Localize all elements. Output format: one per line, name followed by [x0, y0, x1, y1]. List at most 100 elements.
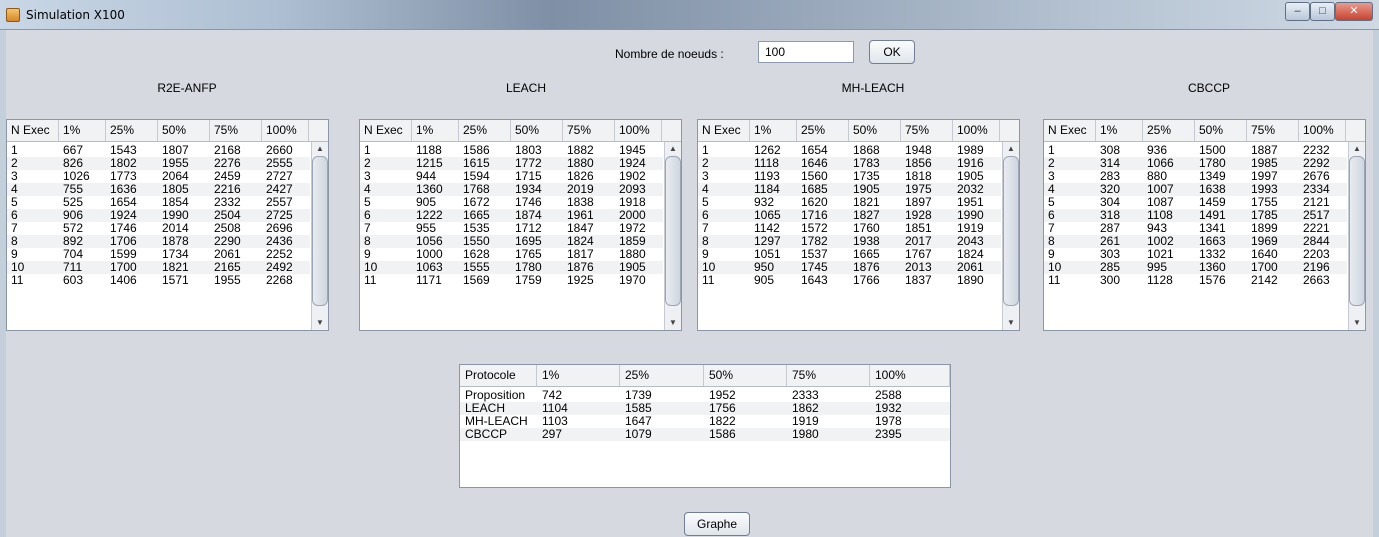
table-row[interactable]: 3 1026 1773 2064 2459 2727	[7, 170, 310, 183]
vertical-scrollbar[interactable]: ▲ ▼	[1002, 142, 1019, 330]
table-row[interactable]: 5 304 1087 1459 1755 2121	[1044, 196, 1347, 209]
column-header[interactable]: 50%	[1195, 120, 1247, 141]
summary-column-header[interactable]: 25%	[620, 365, 704, 386]
table-row[interactable]: 1 1262 1654 1868 1948 1989	[698, 144, 1001, 157]
column-header[interactable]: 1%	[1096, 120, 1143, 141]
table-row[interactable]: 10 1063 1555 1780 1876 1905	[360, 261, 663, 274]
table-row[interactable]: 8 261 1002 1663 1969 2844	[1044, 235, 1347, 248]
scroll-up-arrow-icon[interactable]: ▲	[1349, 142, 1365, 156]
table-row[interactable]: 2 826 1802 1955 2276 2555	[7, 157, 310, 170]
table-row[interactable]: 8 1056 1550 1695 1824 1859	[360, 235, 663, 248]
table-row[interactable]: 5 525 1654 1854 2332 2557	[7, 196, 310, 209]
column-header[interactable]: 1%	[59, 120, 106, 141]
results-table-mh-leach[interactable]: N Exec 1% 25% 50% 75% 100% 1 1262 1654 1868 1948 19…	[697, 119, 1020, 331]
table-row[interactable]: 4 320 1007 1638 1993 2334	[1044, 183, 1347, 196]
summary-column-header[interactable]: 100%	[870, 365, 950, 386]
title-bar[interactable]: Simulation X100 – □ ✕	[0, 0, 1379, 30]
column-header[interactable]: 50%	[511, 120, 563, 141]
column-header[interactable]: N Exec	[7, 120, 59, 141]
ok-button[interactable]: OK	[869, 40, 915, 64]
table-row[interactable]: 4 1184 1685 1905 1975 2032	[698, 183, 1001, 196]
column-header[interactable]: 75%	[210, 120, 262, 141]
column-header[interactable]: 25%	[106, 120, 158, 141]
column-header[interactable]: 25%	[797, 120, 849, 141]
column-header[interactable]: 75%	[901, 120, 953, 141]
column-header[interactable]: N Exec	[1044, 120, 1096, 141]
table-row[interactable]: 11 300 1128 1576 2142 2663	[1044, 274, 1347, 287]
summary-column-header[interactable]: 50%	[704, 365, 787, 386]
vertical-scrollbar[interactable]: ▲ ▼	[664, 142, 681, 330]
table-row[interactable]: 9 1000 1628 1765 1817 1880	[360, 248, 663, 261]
table-row[interactable]: 11 1171 1569 1759 1925 1970	[360, 274, 663, 287]
summary-column-header[interactable]: 1%	[537, 365, 620, 386]
column-header[interactable]: 100%	[262, 120, 309, 141]
column-header[interactable]: N Exec	[360, 120, 412, 141]
vertical-scrollbar[interactable]: ▲ ▼	[311, 142, 328, 330]
table-row[interactable]: 9 704 1599 1734 2061 2252	[7, 248, 310, 261]
scroll-down-arrow-icon[interactable]: ▼	[312, 316, 328, 330]
maximize-button[interactable]: □	[1310, 2, 1335, 21]
table-row[interactable]: 1 1188 1586 1803 1882 1945	[360, 144, 663, 157]
scroll-up-arrow-icon[interactable]: ▲	[312, 142, 328, 156]
table-row[interactable]: 7 572 1746 2014 2508 2696	[7, 222, 310, 235]
table-row[interactable]: 2 1118 1646 1783 1856 1916	[698, 157, 1001, 170]
column-header[interactable]: 1%	[750, 120, 797, 141]
table-row[interactable]: 6 1222 1665 1874 1961 2000	[360, 209, 663, 222]
table-row[interactable]: 7 287 943 1341 1899 2221	[1044, 222, 1347, 235]
summary-column-header[interactable]: 75%	[787, 365, 870, 386]
scrollbar-thumb[interactable]	[1349, 156, 1365, 306]
column-header[interactable]: 100%	[1299, 120, 1346, 141]
table-row[interactable]: 9 1051 1537 1665 1767 1824	[698, 248, 1001, 261]
table-row[interactable]: 6 906 1924 1990 2504 2725	[7, 209, 310, 222]
column-header[interactable]: 100%	[953, 120, 1000, 141]
scroll-up-arrow-icon[interactable]: ▲	[665, 142, 681, 156]
table-row[interactable]: 2 1215 1615 1772 1880 1924	[360, 157, 663, 170]
table-row[interactable]: 11 603 1406 1571 1955 2268	[7, 274, 310, 287]
close-button[interactable]: ✕	[1335, 2, 1373, 21]
table-row[interactable]: 1 308 936 1500 1887 2232	[1044, 144, 1347, 157]
node-count-input[interactable]	[758, 41, 854, 63]
table-row[interactable]: 4 1360 1768 1934 2019 2093	[360, 183, 663, 196]
table-row[interactable]: 1 667 1543 1807 2168 2660	[7, 144, 310, 157]
column-header[interactable]: 50%	[849, 120, 901, 141]
table-row[interactable]: 5 905 1672 1746 1838 1918	[360, 196, 663, 209]
scroll-down-arrow-icon[interactable]: ▼	[665, 316, 681, 330]
summary-row[interactable]: CBCCP 297 1079 1586 1980 2395	[460, 428, 950, 441]
table-row[interactable]: 3 944 1594 1715 1826 1902	[360, 170, 663, 183]
table-row[interactable]: 6 1065 1716 1827 1928 1990	[698, 209, 1001, 222]
graph-button[interactable]: Graphe	[684, 512, 750, 536]
table-row[interactable]: 10 285 995 1360 1700 2196	[1044, 261, 1347, 274]
column-header[interactable]: 75%	[563, 120, 615, 141]
column-header[interactable]: N Exec	[698, 120, 750, 141]
table-row[interactable]: 2 314 1066 1780 1985 2292	[1044, 157, 1347, 170]
results-table-r2e-anfp[interactable]: N Exec 1% 25% 50% 75% 100% 1 667 1543 1807 2168 266…	[6, 119, 329, 331]
table-row[interactable]: 5 932 1620 1821 1897 1951	[698, 196, 1001, 209]
column-header[interactable]: 50%	[158, 120, 210, 141]
vertical-scrollbar[interactable]: ▲ ▼	[1348, 142, 1365, 330]
table-row[interactable]: 8 892 1706 1878 2290 2436	[7, 235, 310, 248]
scrollbar-thumb[interactable]	[312, 156, 328, 306]
table-row[interactable]: 7 955 1535 1712 1847 1972	[360, 222, 663, 235]
table-row[interactable]: 10 711 1700 1821 2165 2492	[7, 261, 310, 274]
scrollbar-thumb[interactable]	[1003, 156, 1019, 306]
scroll-down-arrow-icon[interactable]: ▼	[1003, 316, 1019, 330]
summary-column-header[interactable]: Protocole	[460, 365, 537, 386]
table-row[interactable]: 8 1297 1782 1938 2017 2043	[698, 235, 1001, 248]
results-table-cbccp[interactable]: N Exec 1% 25% 50% 75% 100% 1 308 936 1500 1887 2232…	[1043, 119, 1366, 331]
scroll-up-arrow-icon[interactable]: ▲	[1003, 142, 1019, 156]
column-header[interactable]: 100%	[615, 120, 662, 141]
table-row[interactable]: 3 1193 1560 1735 1818 1905	[698, 170, 1001, 183]
table-row[interactable]: 10 950 1745 1876 2013 2061	[698, 261, 1001, 274]
column-header[interactable]: 75%	[1247, 120, 1299, 141]
scroll-down-arrow-icon[interactable]: ▼	[1349, 316, 1365, 330]
column-header[interactable]: 25%	[459, 120, 511, 141]
minimize-button[interactable]: –	[1285, 2, 1310, 21]
table-row[interactable]: 11 905 1643 1766 1837 1890	[698, 274, 1001, 287]
table-row[interactable]: 6 318 1108 1491 1785 2517	[1044, 209, 1347, 222]
table-row[interactable]: 3 283 880 1349 1997 2676	[1044, 170, 1347, 183]
column-header[interactable]: 1%	[412, 120, 459, 141]
scrollbar-thumb[interactable]	[665, 156, 681, 306]
table-row[interactable]: 9 303 1021 1332 1640 2203	[1044, 248, 1347, 261]
results-table-leach[interactable]: N Exec 1% 25% 50% 75% 100% 1 1188 1586 1803 1882 19…	[359, 119, 682, 331]
column-header[interactable]: 25%	[1143, 120, 1195, 141]
